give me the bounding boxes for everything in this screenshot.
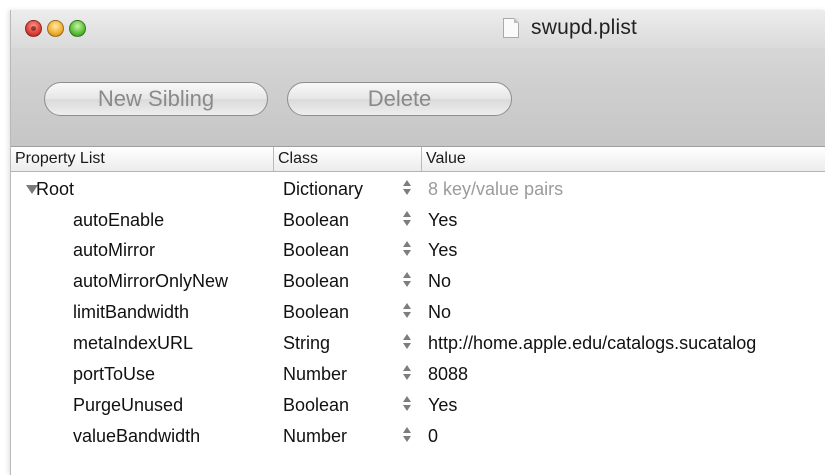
row-value[interactable]: Yes	[428, 210, 457, 231]
up-down-stepper-icon[interactable]	[402, 270, 412, 290]
delete-button[interactable]: Delete	[287, 82, 512, 116]
row-value[interactable]: http://home.apple.edu/catalogs.sucatalog	[428, 333, 756, 354]
row-key[interactable]: metaIndexURL	[73, 333, 193, 354]
title-bar[interactable]: swupd.plist	[11, 10, 825, 48]
row-value[interactable]: 8088	[428, 364, 468, 385]
row-class[interactable]: Boolean	[283, 302, 349, 323]
row-value[interactable]: 0	[428, 426, 438, 447]
table-row[interactable]: autoMirrorOnlyNew Boolean No	[11, 265, 825, 295]
zoom-button-icon[interactable]	[69, 20, 86, 37]
toolbar: New Sibling Delete	[11, 48, 825, 147]
row-class[interactable]: Boolean	[283, 395, 349, 416]
row-key[interactable]: autoEnable	[73, 210, 164, 231]
close-button-icon[interactable]	[25, 20, 42, 37]
table-row[interactable]: PurgeUnused Boolean Yes	[11, 389, 825, 419]
row-class[interactable]: Number	[283, 426, 347, 447]
table-row[interactable]: metaIndexURL String http://home.apple.ed…	[11, 327, 825, 357]
window-title: swupd.plist	[531, 16, 638, 39]
row-value[interactable]: No	[428, 302, 451, 323]
row-class[interactable]: Boolean	[283, 271, 349, 292]
up-down-stepper-icon[interactable]	[402, 332, 412, 352]
row-class[interactable]: Number	[283, 364, 347, 385]
row-key[interactable]: limitBandwidth	[73, 302, 189, 323]
row-value[interactable]: Yes	[428, 395, 457, 416]
new-sibling-button[interactable]: New Sibling	[44, 82, 268, 116]
table-row[interactable]: limitBandwidth Boolean No	[11, 296, 825, 326]
up-down-stepper-icon[interactable]	[402, 425, 412, 445]
row-value[interactable]: No	[428, 271, 451, 292]
column-header-property-list[interactable]: Property List	[11, 147, 274, 171]
minimize-button-icon[interactable]	[47, 20, 64, 37]
row-class[interactable]: Boolean	[283, 240, 349, 261]
document-icon[interactable]	[503, 18, 519, 38]
up-down-stepper-icon[interactable]	[402, 363, 412, 383]
row-key[interactable]: valueBandwidth	[73, 426, 200, 447]
row-key[interactable]: autoMirrorOnlyNew	[73, 271, 228, 292]
row-value[interactable]: Yes	[428, 240, 457, 261]
up-down-stepper-icon[interactable]	[402, 178, 412, 198]
table-row-root[interactable]: Root Dictionary 8 key/value pairs	[11, 173, 825, 203]
table-row[interactable]: valueBandwidth Number 0	[11, 420, 825, 450]
row-key: Root	[36, 179, 75, 199]
table-row[interactable]: autoEnable Boolean Yes	[11, 204, 825, 234]
up-down-stepper-icon[interactable]	[402, 239, 412, 259]
up-down-stepper-icon[interactable]	[402, 394, 412, 414]
row-class[interactable]: Boolean	[283, 210, 349, 231]
row-class[interactable]: Dictionary	[283, 179, 363, 200]
row-key[interactable]: portToUse	[73, 364, 155, 385]
table-row[interactable]: autoMirror Boolean Yes	[11, 234, 825, 264]
row-value: 8 key/value pairs	[428, 179, 564, 199]
table-row[interactable]: portToUse Number 8088	[11, 358, 825, 388]
row-class[interactable]: String	[283, 333, 330, 354]
up-down-stepper-icon[interactable]	[402, 209, 412, 229]
up-down-stepper-icon[interactable]	[402, 301, 412, 321]
plist-editor-window: swupd.plist New Sibling Delete Property …	[10, 10, 825, 475]
row-key[interactable]: PurgeUnused	[73, 395, 183, 416]
row-key[interactable]: autoMirror	[73, 240, 155, 261]
column-header-value[interactable]: Value	[422, 147, 825, 171]
column-header-class[interactable]: Class	[274, 147, 422, 171]
table-header: Property List Class Value	[11, 147, 825, 172]
